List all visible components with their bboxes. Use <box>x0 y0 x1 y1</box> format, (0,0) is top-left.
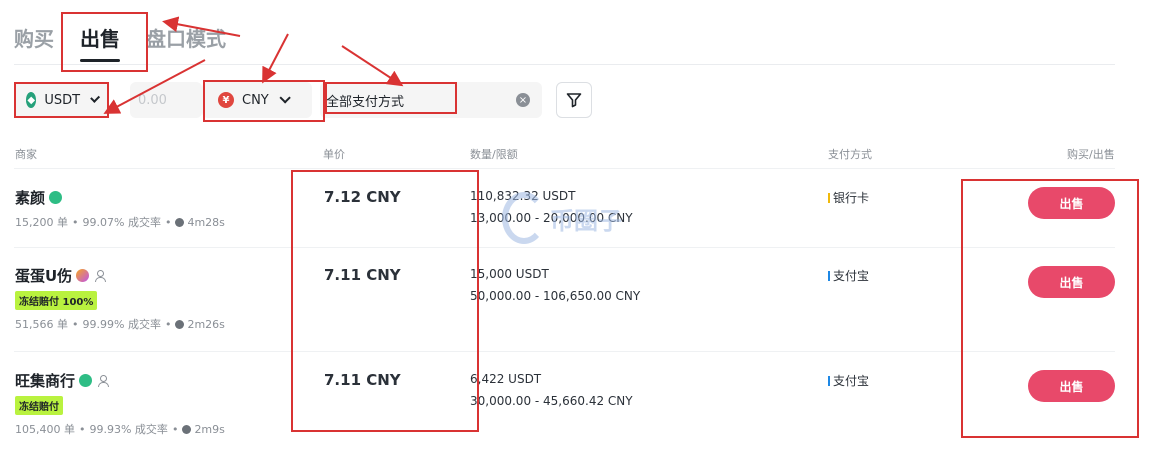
arrow-to-coin <box>103 59 206 114</box>
annotation-arrows <box>103 16 404 114</box>
arrow-to-payment <box>341 45 404 87</box>
arrow-to-currency <box>262 33 289 84</box>
arrow-to-sell-tab <box>162 16 241 37</box>
